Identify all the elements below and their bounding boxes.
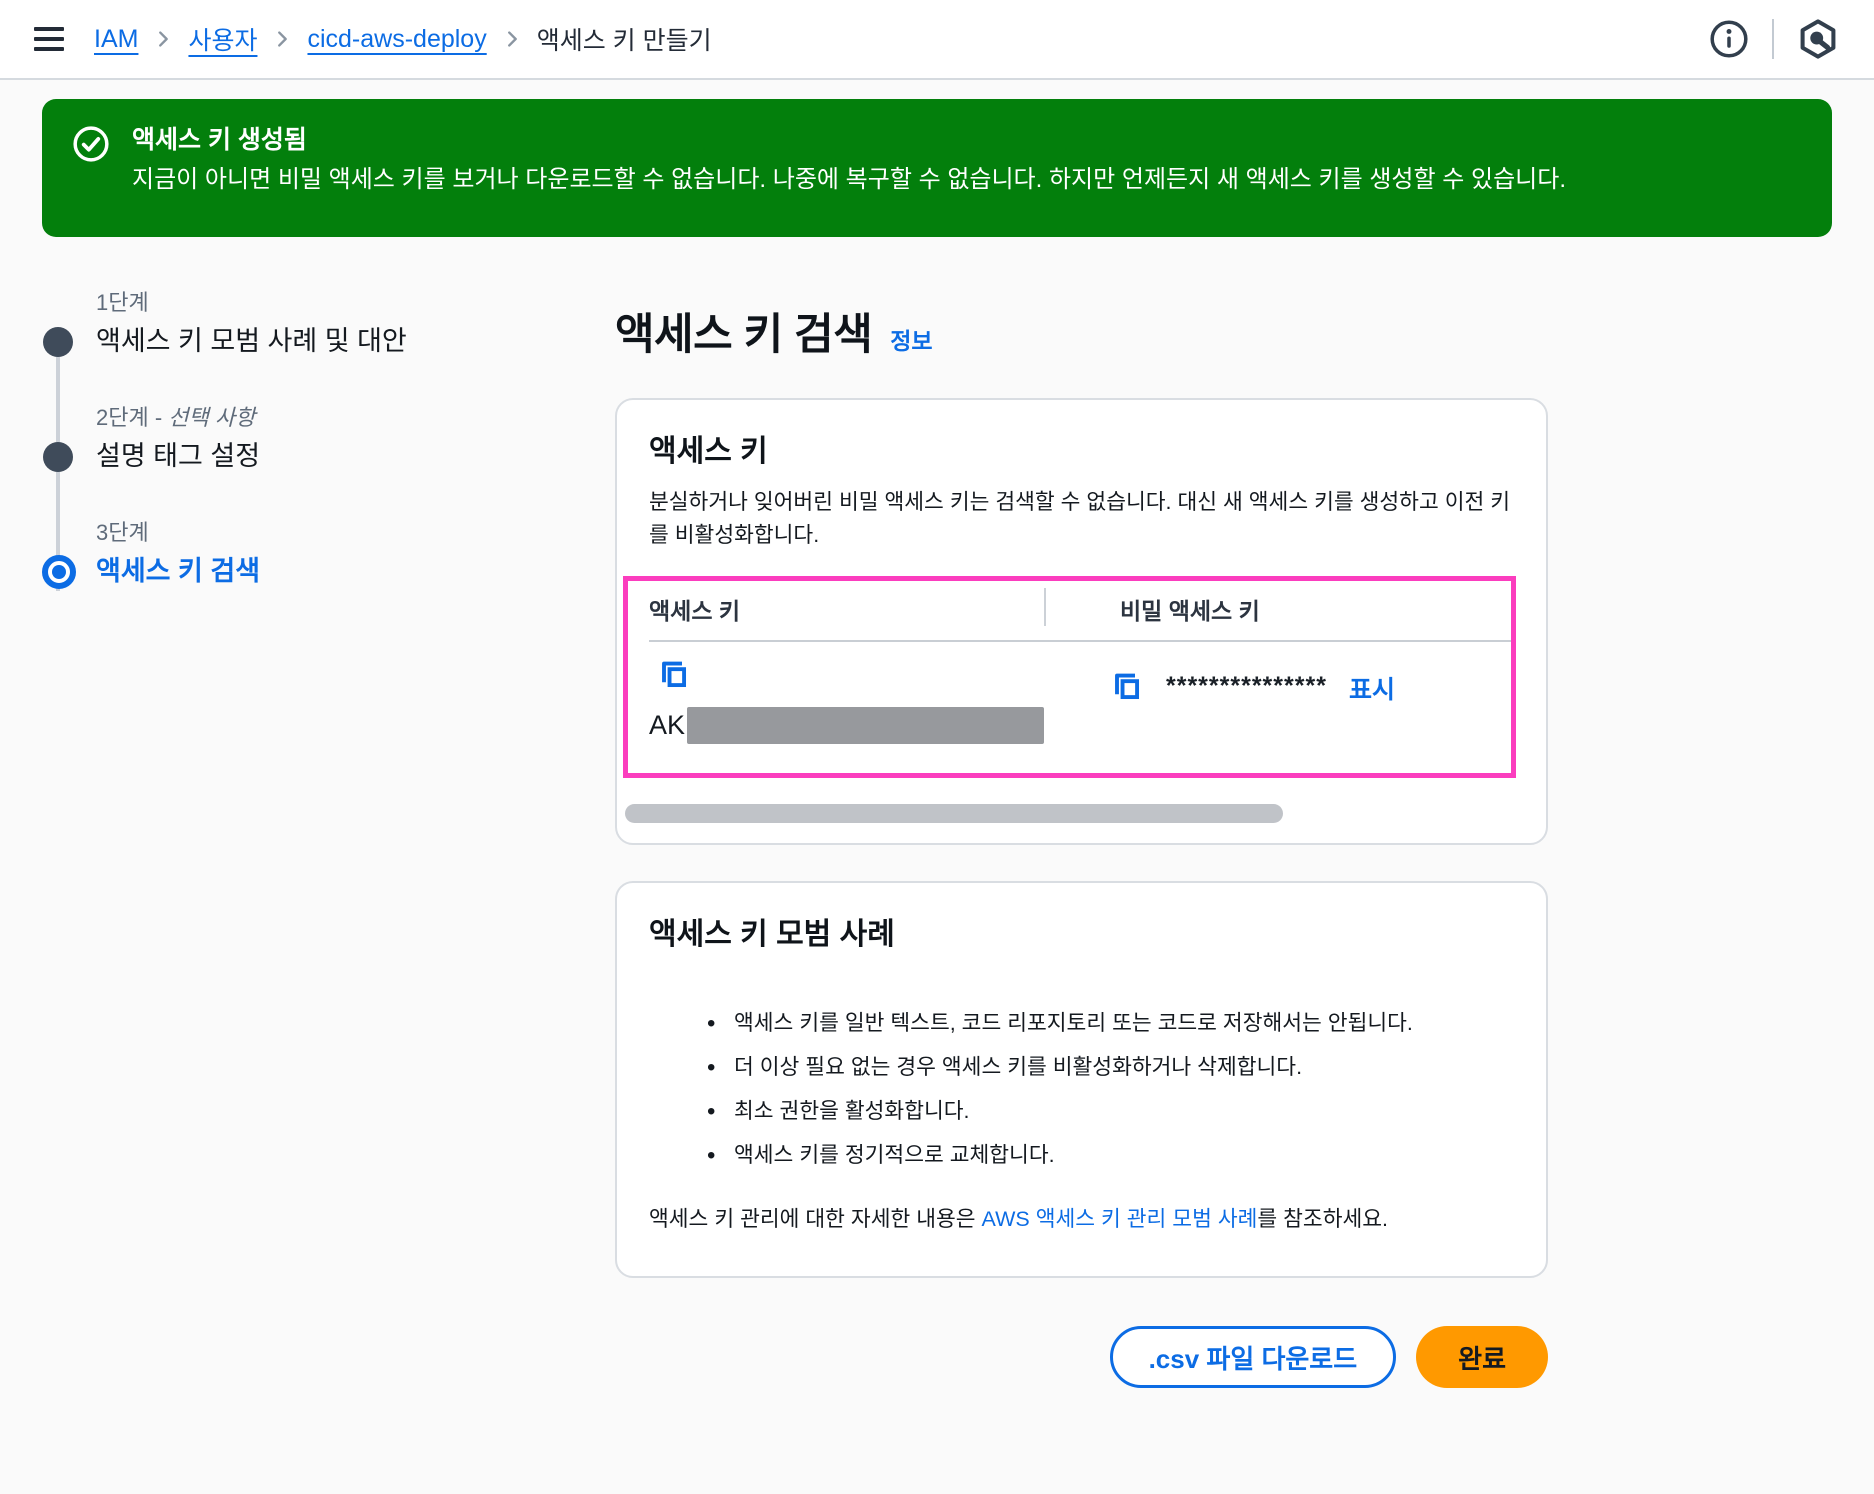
step-1-link[interactable]: 액세스 키 모범 사례 및 대안: [96, 324, 512, 358]
table-data-row: AK ***************: [649, 642, 1514, 770]
masked-secret-key: ***************: [1166, 672, 1327, 701]
copy-secret-key-icon[interactable]: [1108, 668, 1144, 704]
best-practices-footer: 액세스 키 관리에 대한 자세한 내용은 AWS 액세스 키 관리 모범 사례를…: [649, 1202, 1514, 1236]
best-practices-list: 액세스 키를 일반 텍스트, 코드 리포지토리 또는 코드로 저장해서는 안됩니…: [707, 1007, 1514, 1172]
chevron-right-icon: [152, 28, 174, 50]
topbar-divider: [1772, 19, 1774, 59]
step-3-link[interactable]: 액세스 키 검색: [96, 554, 512, 588]
amazon-q-icon[interactable]: [1796, 17, 1840, 61]
table-header-row: 액세스 키 비밀 액세스 키: [649, 592, 1514, 642]
done-button[interactable]: 완료: [1416, 1326, 1548, 1388]
breadcrumb-link-user-name[interactable]: cicd-aws-deploy: [307, 25, 486, 54]
step-optional-label: 선택 사항: [168, 405, 255, 430]
wizard-step-3-active: 3단계 액세스 키 검색: [42, 519, 512, 588]
aws-best-practices-link[interactable]: AWS 액세스 키 관리 모범 사례: [982, 1207, 1258, 1231]
horizontal-scrollbar[interactable]: [623, 804, 1540, 823]
access-key-table: 액세스 키 비밀 액세스 키 AK: [649, 592, 1514, 770]
breadcrumb-bar: IAM 사용자 cicd-aws-deploy 액세스 키 만들기: [0, 0, 1874, 80]
list-item: 더 이상 필요 없는 경우 액세스 키를 비활성화하거나 삭제합니다.: [707, 1051, 1497, 1084]
list-item: 최소 권한을 활성화합니다.: [707, 1095, 1497, 1128]
step-dot-icon: [43, 327, 73, 357]
step-radio-active-icon: [42, 555, 76, 589]
step-label: 3단계: [96, 519, 512, 547]
list-item: 액세스 키를 일반 텍스트, 코드 리포지토리 또는 코드로 저장해서는 안됩니…: [707, 1007, 1497, 1040]
breadcrumb-link-iam[interactable]: IAM: [94, 25, 138, 54]
chevron-right-icon: [271, 28, 293, 50]
hamburger-menu-icon[interactable]: [34, 27, 64, 51]
banner-message: 지금이 아니면 비밀 액세스 키를 보거나 다운로드할 수 없습니다. 나중에 …: [132, 163, 1566, 196]
iam-create-access-key-page: IAM 사용자 cicd-aws-deploy 액세스 키 만들기: [0, 0, 1874, 1494]
check-circle-icon: [72, 125, 110, 213]
banner-title: 액세스 키 생성됨: [132, 123, 1566, 157]
chevron-right-icon: [501, 28, 523, 50]
breadcrumb: IAM 사용자 cicd-aws-deploy 액세스 키 만들기: [94, 21, 712, 57]
step-label: 1단계: [96, 289, 512, 317]
info-link[interactable]: 정보: [890, 322, 932, 356]
redacted-access-key-id: [687, 707, 1044, 744]
best-practices-card: 액세스 키 모범 사례 액세스 키를 일반 텍스트, 코드 리포지토리 또는 코…: [615, 881, 1548, 1278]
step-2-link[interactable]: 설명 태그 설정: [96, 439, 512, 473]
access-key-cell: AK: [649, 656, 1044, 744]
breadcrumb-link-users[interactable]: 사용자: [188, 21, 257, 57]
info-icon[interactable]: [1708, 18, 1750, 60]
footer-text: 액세스 키 관리에 대한 자세한 내용은: [649, 1207, 982, 1231]
step-label: 2단계 - 선택 사항: [96, 404, 512, 432]
secret-key-cell: *************** 표시: [1044, 656, 1514, 744]
step-dot-icon: [43, 442, 73, 472]
access-key-card-title: 액세스 키: [649, 426, 1514, 470]
wizard-step-nav: 1단계 액세스 키 모범 사례 및 대안 2단계 - 선택 사항 설명 태그 설…: [42, 289, 512, 634]
column-header-access-key: 액세스 키: [649, 592, 1044, 626]
wizard-step-1: 1단계 액세스 키 모범 사례 및 대안: [42, 289, 512, 358]
column-header-secret-key: 비밀 액세스 키: [1044, 588, 1514, 626]
access-key-card-description: 분실하거나 잊어버린 비밀 액세스 키는 검색할 수 없습니다. 대신 새 액세…: [649, 486, 1514, 552]
copy-access-key-icon[interactable]: [655, 656, 691, 692]
access-key-card: 액세스 키 분실하거나 잊어버린 비밀 액세스 키는 검색할 수 없습니다. 대…: [615, 398, 1548, 845]
wizard-step-2: 2단계 - 선택 사항 설명 태그 설정: [42, 404, 512, 473]
show-secret-link[interactable]: 표시: [1349, 670, 1395, 706]
access-key-id-prefix: AK: [649, 710, 685, 741]
footer-text: 를 참조하세요.: [1257, 1207, 1388, 1231]
list-item: 액세스 키를 정기적으로 교체합니다.: [707, 1139, 1497, 1172]
best-practices-title: 액세스 키 모범 사례: [649, 909, 1514, 953]
download-csv-button[interactable]: .csv 파일 다운로드: [1110, 1326, 1397, 1388]
scrollbar-thumb[interactable]: [625, 804, 1283, 823]
page-title: 액세스 키 검색: [615, 300, 872, 362]
main-content: 액세스 키 검색 정보 액세스 키 분실하거나 잊어버린 비밀 액세스 키는 검…: [615, 300, 1548, 1388]
success-banner: 액세스 키 생성됨 지금이 아니면 비밀 액세스 키를 보거나 다운로드할 수 …: [42, 99, 1832, 237]
footer-actions: .csv 파일 다운로드 완료: [615, 1326, 1548, 1388]
breadcrumb-current-page: 액세스 키 만들기: [537, 21, 712, 57]
